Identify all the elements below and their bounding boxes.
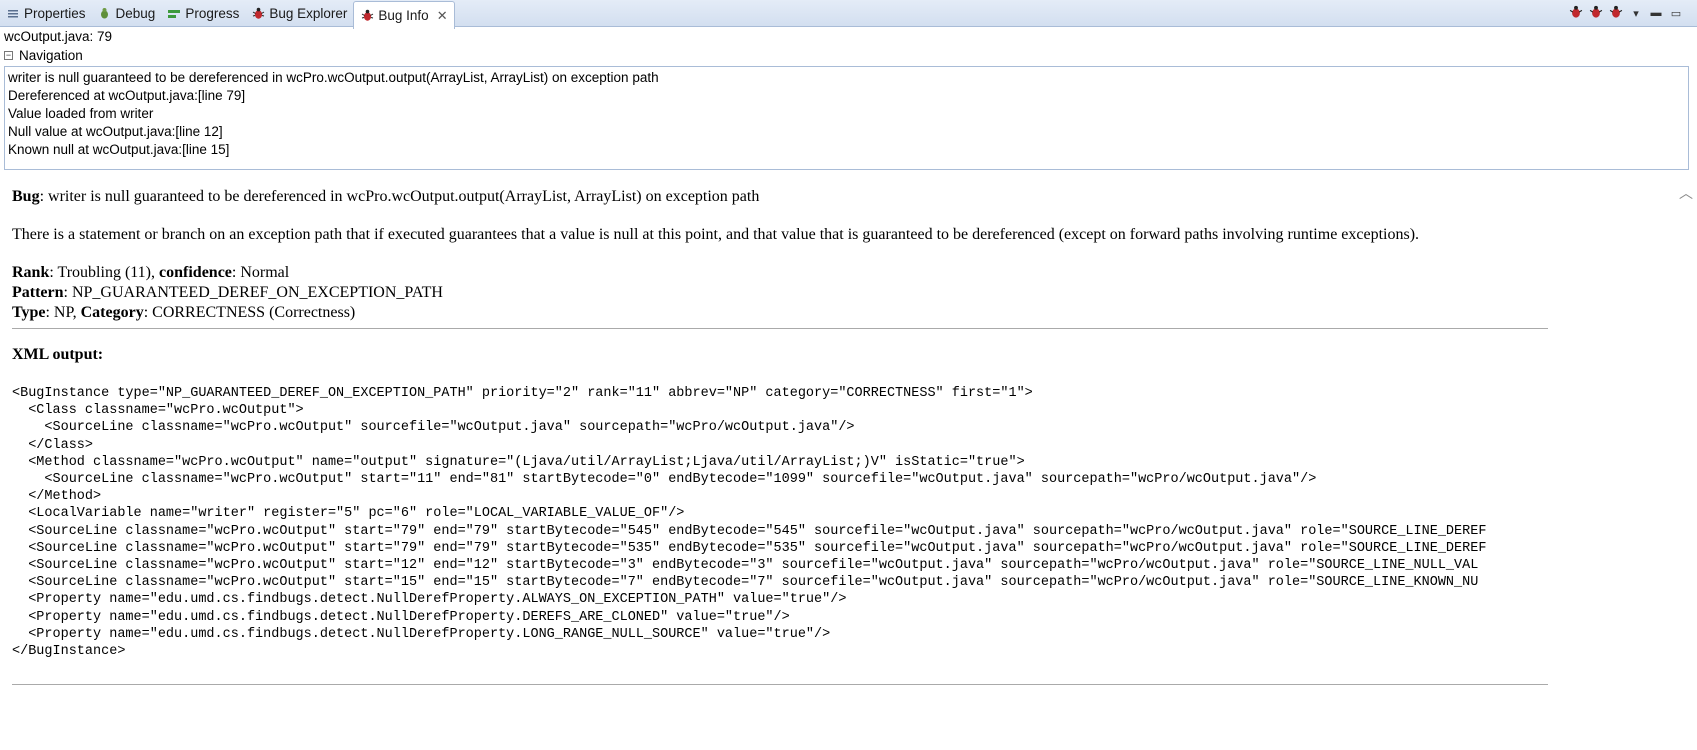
tab-label: Debug: [115, 6, 156, 21]
xml-line: <Property name="edu.umd.cs.findbugs.dete…: [12, 592, 847, 608]
xml-line: <Method classname="wcPro.wcOutput" name=…: [12, 454, 1025, 470]
xml-line: <LocalVariable name="writer" register="5…: [12, 506, 685, 522]
xml-line: <Property name="edu.umd.cs.findbugs.dete…: [12, 626, 831, 642]
collapse-icon[interactable]: −: [4, 51, 13, 60]
divider: [12, 328, 1548, 329]
bug-label: Bug: [12, 188, 40, 205]
view-tab-bar: Properties Debug Progress Bug Explorer B…: [0, 0, 1697, 29]
minimize-icon[interactable]: ▬: [1649, 7, 1663, 19]
xml-line: </Class>: [12, 437, 94, 453]
confidence-label: confidence: [159, 264, 232, 281]
file-location: wcOutput.java: 79: [4, 29, 113, 44]
bug-description: There is a statement or branch on an exc…: [12, 226, 1420, 243]
xml-line: <SourceLine classname="wcPro.wcOutput" s…: [12, 420, 855, 436]
list-item[interactable]: Dereferenced at wcOutput.java:[line 79]: [8, 87, 1685, 105]
view-menu-icon[interactable]: ▾: [1629, 7, 1643, 20]
view-toolbar: ▾ ▬ ▭: [1569, 0, 1697, 26]
xml-line: <SourceLine classname="wcPro.wcOutput" s…: [12, 523, 1487, 539]
tab-bug-explorer[interactable]: Bug Explorer: [245, 0, 353, 27]
tab-label: Properties: [24, 6, 86, 21]
navigation-header[interactable]: − Navigation: [4, 48, 83, 63]
xml-line: <SourceLine classname="wcPro.wcOutput" s…: [12, 472, 1317, 488]
close-icon[interactable]: ✕: [437, 8, 448, 24]
scroll-up-icon[interactable]: ︿: [1679, 183, 1693, 201]
bug-icon: [360, 9, 374, 23]
vertical-scrollbar[interactable]: ︿: [1676, 175, 1696, 750]
pattern-line: Pattern: NP_GUARANTEED_DEREF_ON_EXCEPTIO…: [12, 283, 1674, 303]
xml-line: <SourceLine classname="wcPro.wcOutput" s…: [12, 575, 1479, 591]
type-label: Type: [12, 304, 46, 321]
category-value: : CORRECTNESS (Correctness): [143, 304, 356, 321]
progress-icon: [167, 7, 181, 21]
xml-line: <Class classname="wcPro.wcOutput">: [12, 403, 304, 419]
list-item[interactable]: Null value at wcOutput.java:[line 12]: [8, 123, 1685, 141]
xml-line: <BugInstance type="NP_GUARANTEED_DEREF_O…: [12, 386, 1033, 401]
category-label: Category: [80, 304, 144, 321]
list-item[interactable]: Value loaded from writer: [8, 105, 1685, 123]
bug-text: : writer is null guaranteed to be derefe…: [39, 188, 760, 205]
maximize-icon[interactable]: ▭: [1669, 7, 1683, 20]
type-value: : NP,: [45, 304, 81, 321]
bug-filter-icon[interactable]: [1569, 5, 1583, 22]
bug-summary: Bug: writer is null guaranteed to be der…: [12, 187, 1674, 207]
divider: [12, 684, 1548, 686]
xml-line: </BugInstance>: [12, 644, 126, 660]
tab-properties[interactable]: Properties: [0, 0, 92, 27]
confidence-value: : Normal: [231, 264, 290, 281]
xml-line: <SourceLine classname="wcPro.wcOutput" s…: [12, 558, 1479, 574]
pattern-value: : NP_GUARANTEED_DEREF_ON_EXCEPTION_PATH: [63, 284, 443, 301]
pattern-label: Pattern: [12, 284, 64, 301]
xml-heading-text: XML output:: [12, 346, 104, 363]
tab-label: Bug Info: [378, 8, 429, 23]
type-line: Type: NP, Category: CORRECTNESS (Correct…: [12, 303, 1674, 323]
navigation-title: Navigation: [19, 48, 83, 63]
tab-bug-info[interactable]: Bug Info ✕: [353, 1, 455, 29]
xml-output: <BugInstance type="NP_GUARANTEED_DEREF_O…: [12, 385, 1542, 660]
rank-label: Rank: [12, 264, 50, 281]
xml-line: <Property name="edu.umd.cs.findbugs.dete…: [12, 609, 790, 625]
properties-icon: [6, 7, 20, 21]
tab-progress[interactable]: Progress: [161, 0, 245, 27]
tab-label: Bug Explorer: [269, 6, 348, 21]
rank-value: : Troubling (11),: [49, 264, 160, 281]
xml-heading: XML output:: [12, 345, 1674, 365]
bug-next-icon[interactable]: [1609, 5, 1623, 22]
list-item[interactable]: writer is null guaranteed to be derefere…: [8, 69, 1685, 87]
rank-line: Rank: Troubling (11), confidence: Normal: [12, 263, 1674, 283]
bug-details-pane: Bug: writer is null guaranteed to be der…: [4, 175, 1674, 750]
xml-line: <SourceLine classname="wcPro.wcOutput" s…: [12, 540, 1487, 556]
debug-icon: [98, 7, 112, 21]
list-item[interactable]: Known null at wcOutput.java:[line 15]: [8, 141, 1685, 159]
navigation-list: writer is null guaranteed to be derefere…: [4, 66, 1689, 170]
bug-icon: [251, 7, 265, 21]
xml-line: </Method>: [12, 489, 102, 505]
bug-prev-icon[interactable]: [1589, 5, 1603, 22]
tab-debug[interactable]: Debug: [92, 0, 162, 27]
tab-label: Progress: [185, 6, 240, 21]
